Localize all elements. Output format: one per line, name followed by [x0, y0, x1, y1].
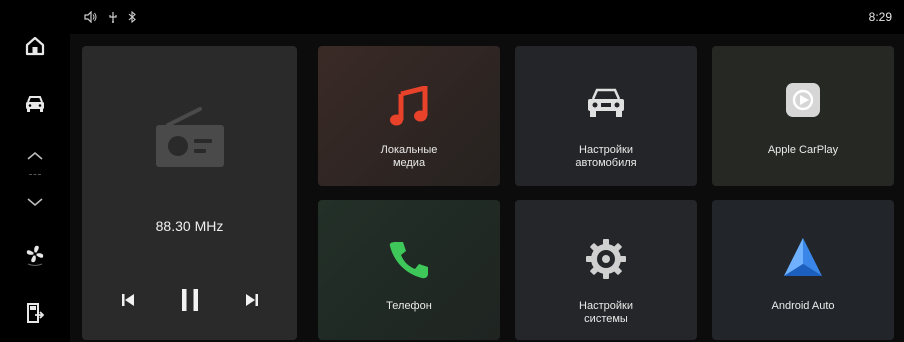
tile-label: Android Auto — [771, 300, 835, 312]
climate-button[interactable] — [17, 236, 53, 272]
sidebar-separator — [29, 174, 41, 175]
tile-vehicle-settings[interactable]: Настройки автомобиля — [515, 46, 697, 186]
status-bar: 8:29 — [70, 0, 904, 34]
chevron-down-icon — [27, 198, 43, 207]
android-auto-icon — [784, 238, 822, 276]
chevron-up-icon — [27, 151, 43, 160]
fan-icon — [26, 245, 44, 266]
exit-icon — [27, 303, 45, 323]
car-settings-icon — [588, 88, 624, 117]
clock: 8:29 — [868, 10, 892, 24]
bluetooth-icon — [128, 11, 136, 23]
carplay-icon — [786, 83, 820, 117]
volume-icon — [84, 11, 97, 23]
home-button[interactable] — [17, 28, 53, 64]
pause-button[interactable] — [174, 284, 206, 316]
tile-system-settings[interactable]: Настройки системы — [515, 200, 697, 340]
music-note-icon — [390, 86, 428, 126]
radio-frequency: 88.30 MHz — [155, 218, 224, 234]
sidebar — [0, 0, 70, 342]
phone-icon — [389, 242, 428, 279]
tile-apple-carplay[interactable]: Apple CarPlay — [712, 46, 894, 186]
tile-label: Настройки автомобиля — [575, 144, 637, 169]
previous-track-icon — [122, 294, 134, 306]
next-track-button[interactable] — [238, 286, 266, 314]
tile-local-media[interactable]: Локальные медиа — [318, 46, 500, 186]
tile-phone[interactable]: Телефон — [318, 200, 500, 340]
next-track-icon — [246, 294, 258, 306]
radio-icon — [156, 107, 224, 167]
pause-icon — [182, 289, 198, 311]
radio-widget[interactable]: 88.30 MHz — [82, 46, 297, 340]
exit-button[interactable] — [17, 295, 53, 331]
tile-label: Телефон — [386, 300, 432, 312]
usb-icon — [109, 12, 117, 23]
gear-icon — [586, 239, 626, 279]
scroll-down-button[interactable] — [17, 184, 53, 220]
home-icon — [25, 36, 45, 56]
previous-track-button[interactable] — [114, 286, 142, 314]
tile-label: Apple CarPlay — [767, 144, 839, 156]
main-area: 88.30 MHz Локальные медиа Настройки авто… — [70, 34, 904, 342]
vehicle-button[interactable] — [17, 86, 53, 122]
tile-label: Настройки системы — [579, 300, 633, 325]
car-icon — [26, 96, 44, 112]
tile-android-auto[interactable]: Android Auto — [712, 200, 894, 340]
status-icons — [84, 0, 136, 34]
tile-label: Локальные медиа — [380, 144, 438, 169]
scroll-up-button[interactable] — [17, 138, 53, 174]
